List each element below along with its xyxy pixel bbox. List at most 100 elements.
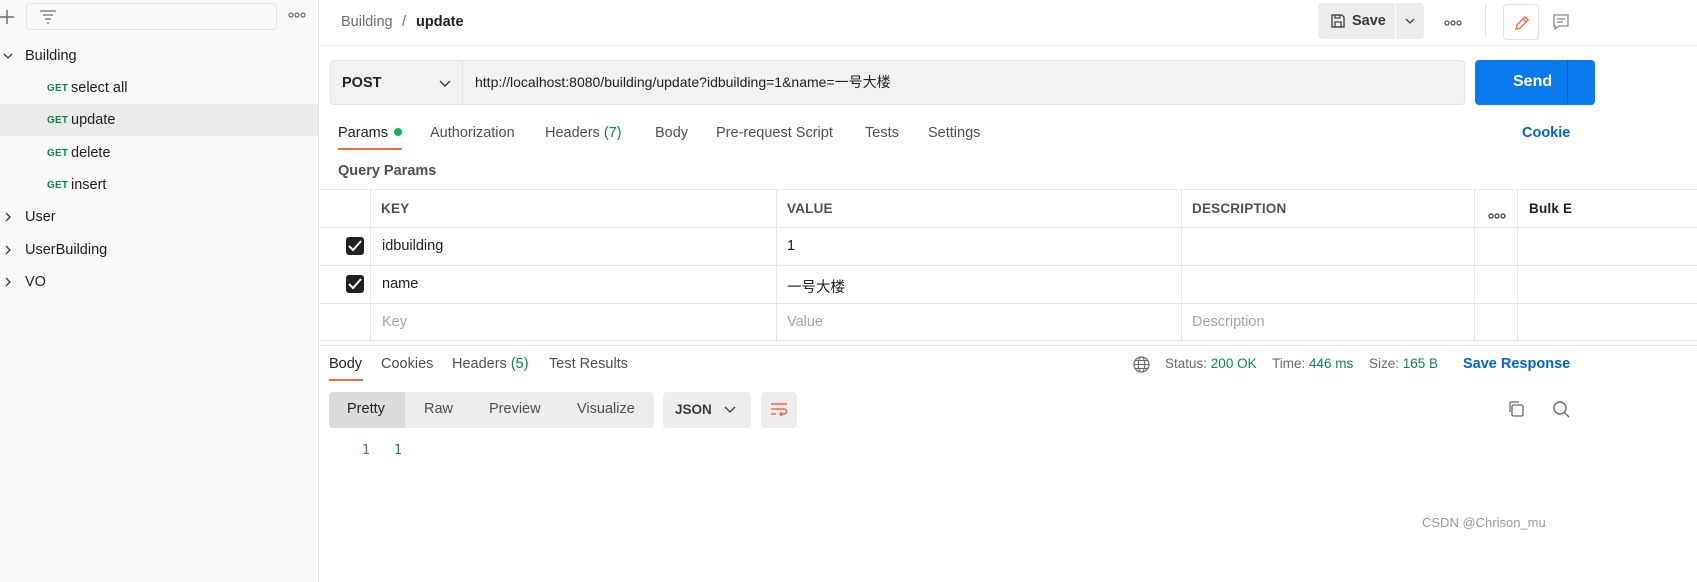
request-name: delete: [71, 145, 111, 161]
globe-icon[interactable]: [1133, 356, 1150, 373]
format-label: JSON: [675, 402, 712, 417]
row-checkbox[interactable]: [346, 275, 364, 293]
request-header: Building / update Save: [320, 0, 1697, 46]
chevron-down-icon: [3, 53, 13, 59]
param-key[interactable]: idbuilding: [382, 238, 443, 254]
sidebar: Building GET select all GET update GET d…: [0, 0, 319, 582]
collection-folder-vo[interactable]: VO: [0, 266, 318, 298]
view-preview[interactable]: Preview: [489, 401, 541, 417]
breadcrumb-separator: /: [402, 14, 407, 30]
time-value: 446 ms: [1309, 356, 1354, 371]
view-pretty[interactable]: Pretty: [347, 401, 385, 417]
folder-label: VO: [25, 274, 46, 290]
save-label: Save: [1352, 13, 1386, 29]
param-key[interactable]: name: [382, 276, 418, 292]
request-name: update: [71, 112, 116, 128]
filter-icon: [40, 10, 56, 24]
cookies-link[interactable]: Cookie: [1522, 125, 1570, 141]
table-header-row: KEY VALUE DESCRIPTION Bulk E: [320, 190, 1697, 228]
search-icon[interactable]: [1552, 400, 1570, 418]
response-body-line[interactable]: 1: [394, 443, 402, 458]
pencil-icon: [1515, 16, 1529, 30]
folder-label: Building: [25, 48, 77, 64]
collection-folder-building[interactable]: Building: [0, 40, 318, 72]
request-item-update[interactable]: GET update: [0, 104, 318, 136]
plus-icon[interactable]: [0, 7, 16, 27]
method-badge: GET: [47, 147, 69, 159]
size-value: 165 B: [1402, 356, 1439, 371]
wrap-lines-button[interactable]: [761, 392, 797, 428]
copy-icon[interactable]: [1507, 400, 1525, 418]
comment-icon[interactable]: [1552, 13, 1570, 31]
collection-folder-user[interactable]: User: [0, 201, 318, 233]
time-info: Time: 446 ms: [1272, 356, 1354, 371]
save-options-button[interactable]: [1396, 3, 1424, 39]
chevron-right-icon: [5, 277, 11, 287]
tab-settings[interactable]: Settings: [928, 125, 980, 141]
wrap-lines-icon: [771, 403, 788, 417]
tab-pre-request-script[interactable]: Pre-request Script: [716, 125, 833, 141]
url-input[interactable]: http://localhost:8080/building/update?id…: [463, 60, 1465, 105]
method-badge: GET: [47, 114, 69, 126]
column-header-key: KEY: [381, 201, 410, 216]
send-divider: [1567, 60, 1568, 105]
query-params-table: KEY VALUE DESCRIPTION Bulk E idbuilding …: [320, 189, 1697, 342]
watermark: CSDN @Chrison_mu: [1422, 515, 1546, 530]
view-visualize[interactable]: Visualize: [577, 401, 635, 417]
active-tab-indicator: [338, 148, 402, 150]
status-info: Status: 200 OK: [1165, 356, 1257, 371]
column-header-description: DESCRIPTION: [1192, 201, 1287, 216]
row-checkbox[interactable]: [346, 237, 364, 255]
response-tab-cookies[interactable]: Cookies: [381, 356, 433, 372]
response-tab-test-results[interactable]: Test Results: [549, 356, 628, 372]
request-item-select-all[interactable]: GET select all: [0, 72, 318, 104]
chevron-down-icon: [439, 80, 451, 87]
response-tab-body[interactable]: Body: [329, 356, 362, 372]
param-value[interactable]: 1: [787, 238, 795, 254]
breadcrumb-parent[interactable]: Building: [341, 14, 393, 30]
tab-authorization[interactable]: Authorization: [430, 125, 515, 141]
save-button[interactable]: Save: [1318, 3, 1395, 39]
request-item-insert[interactable]: GET insert: [0, 169, 318, 201]
param-value[interactable]: 一号大楼: [787, 276, 845, 297]
description-placeholder[interactable]: Description: [1192, 314, 1265, 330]
view-mode-segmented: Pretty Raw Preview Visualize: [329, 392, 654, 428]
size-info: Size: 165 B: [1369, 356, 1439, 371]
request-name: insert: [71, 177, 107, 193]
view-raw[interactable]: Raw: [424, 401, 453, 417]
response-tab-headers[interactable]: Headers (5): [452, 356, 529, 372]
edit-button[interactable]: [1503, 4, 1539, 40]
method-label: POST: [342, 75, 382, 91]
method-badge: GET: [47, 82, 69, 94]
params-active-dot: [393, 128, 402, 136]
send-label: Send: [1513, 73, 1553, 90]
format-select[interactable]: JSON: [663, 392, 751, 428]
folder-label: UserBuilding: [25, 242, 108, 258]
more-horizontal-icon[interactable]: [288, 8, 306, 22]
method-badge: GET: [47, 179, 69, 191]
line-number: 1: [362, 443, 370, 458]
more-horizontal-icon[interactable]: [1488, 206, 1506, 219]
chevron-down-icon: [1405, 18, 1415, 24]
tab-body[interactable]: Body: [655, 125, 688, 141]
bulk-edit-button[interactable]: Bulk E: [1529, 201, 1572, 216]
table-row: name 一号大楼: [320, 266, 1697, 304]
active-tab-indicator: [329, 379, 363, 381]
value-placeholder[interactable]: Value: [787, 314, 823, 330]
table-row-empty: Key Value Description: [320, 304, 1697, 342]
breadcrumb-current[interactable]: update: [416, 14, 464, 30]
headers-count: (7): [603, 125, 622, 141]
collection-folder-userbuilding[interactable]: UserBuilding: [0, 234, 318, 266]
more-horizontal-icon[interactable]: [1444, 15, 1462, 26]
tab-headers[interactable]: Headers (7): [545, 125, 622, 141]
request-item-delete[interactable]: GET delete: [0, 137, 318, 169]
tab-params[interactable]: Params: [338, 125, 402, 141]
tab-tests[interactable]: Tests: [865, 125, 899, 141]
filter-input[interactable]: [26, 3, 277, 30]
check-icon: [348, 240, 362, 252]
header-divider: [1485, 4, 1486, 38]
send-button[interactable]: Send: [1475, 60, 1595, 105]
save-response-button[interactable]: Save Response: [1463, 356, 1570, 372]
method-select[interactable]: POST: [330, 60, 463, 105]
key-placeholder[interactable]: Key: [382, 314, 407, 330]
